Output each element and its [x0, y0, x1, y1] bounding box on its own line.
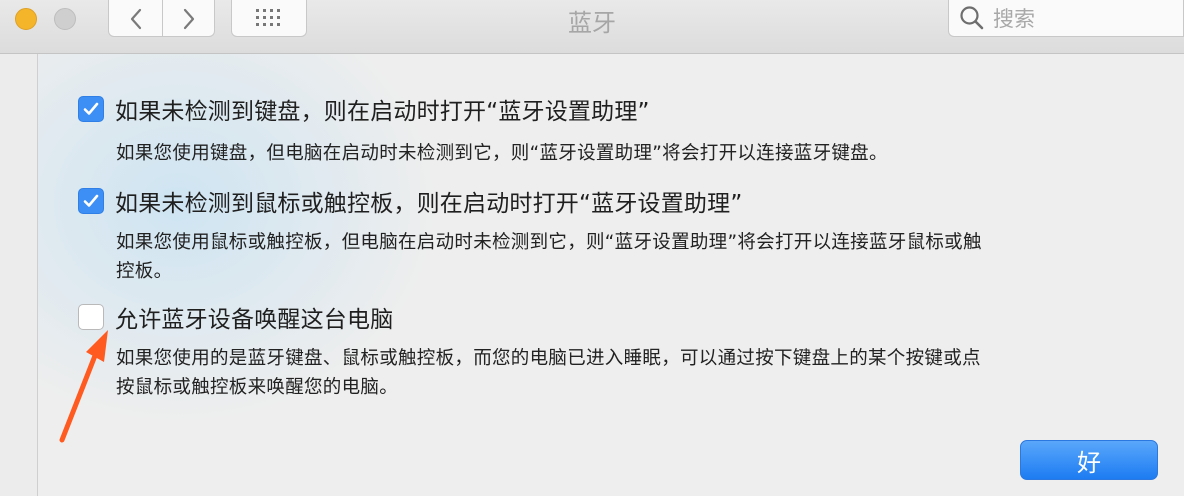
annotation-arrow-icon [59, 330, 108, 443]
